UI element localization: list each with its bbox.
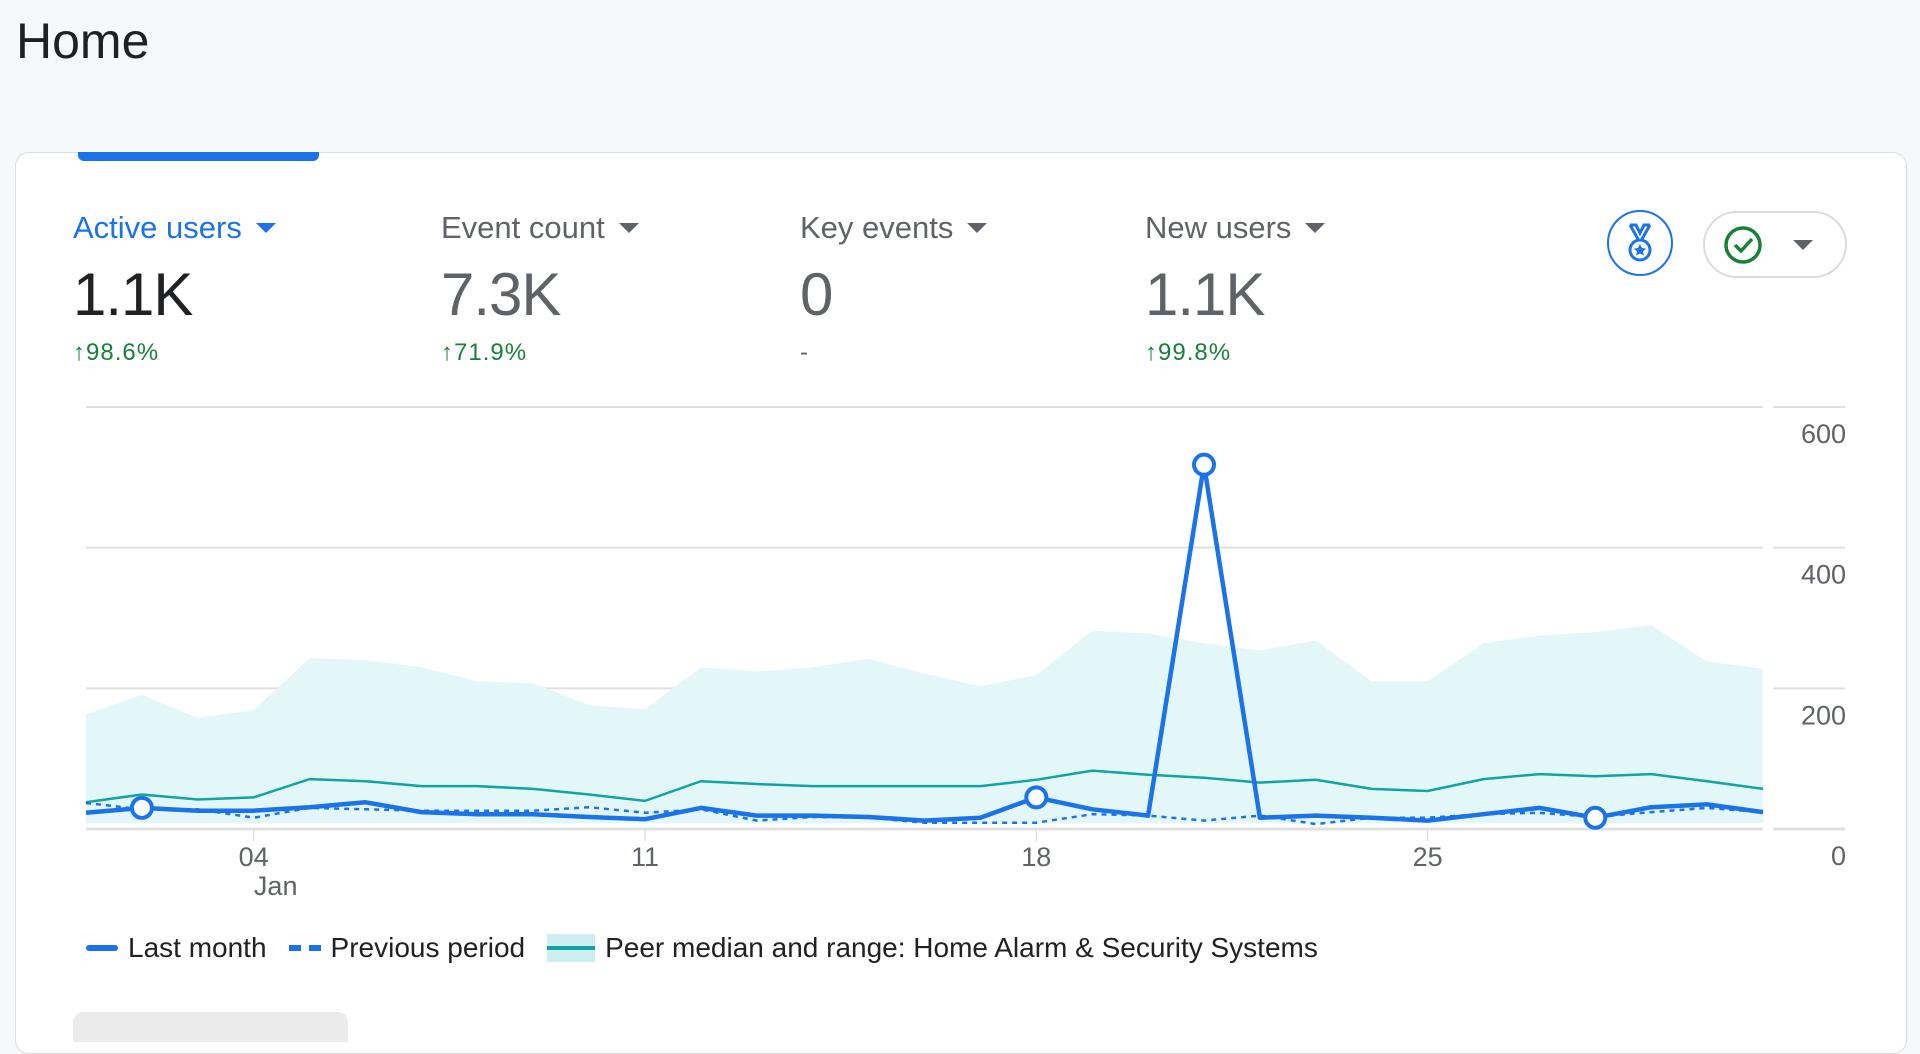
x-tick-label: 18 <box>1021 842 1051 872</box>
solid-line-swatch <box>86 945 118 951</box>
last-month-point-marker[interactable] <box>1192 452 1216 477</box>
y-tick-label: 200 <box>1801 700 1846 730</box>
y-tick-label: 400 <box>1801 560 1846 590</box>
x-tick-label: 04 <box>239 842 269 872</box>
next-card-tab[interactable] <box>73 1012 348 1042</box>
dashed-line-swatch <box>288 945 321 951</box>
chart-legend: Last month Previous period Peer median a… <box>86 932 1340 964</box>
x-tick-sublabel: Jan <box>254 871 298 901</box>
x-tick-label: 11 <box>631 842 659 872</box>
active-users-chart: 0 200 400 600 04Jan 11 18 25 <box>85 406 1846 901</box>
legend-peer-range[interactable]: Peer median and range: Home Alarm & Secu… <box>547 932 1318 964</box>
last-month-point-marker[interactable] <box>129 795 154 820</box>
last-month-point-marker[interactable] <box>1024 785 1049 810</box>
legend-previous-period[interactable]: Previous period <box>288 932 525 964</box>
legend-last-month[interactable]: Last month <box>86 932 267 964</box>
x-tick-label: 25 <box>1413 842 1443 872</box>
band-swatch <box>547 934 596 962</box>
y-tick-label: 600 <box>1801 419 1846 449</box>
y-tick-label: 0 <box>1831 841 1846 871</box>
last-month-point-marker[interactable] <box>1583 805 1608 830</box>
peer-range-band <box>86 625 1763 824</box>
